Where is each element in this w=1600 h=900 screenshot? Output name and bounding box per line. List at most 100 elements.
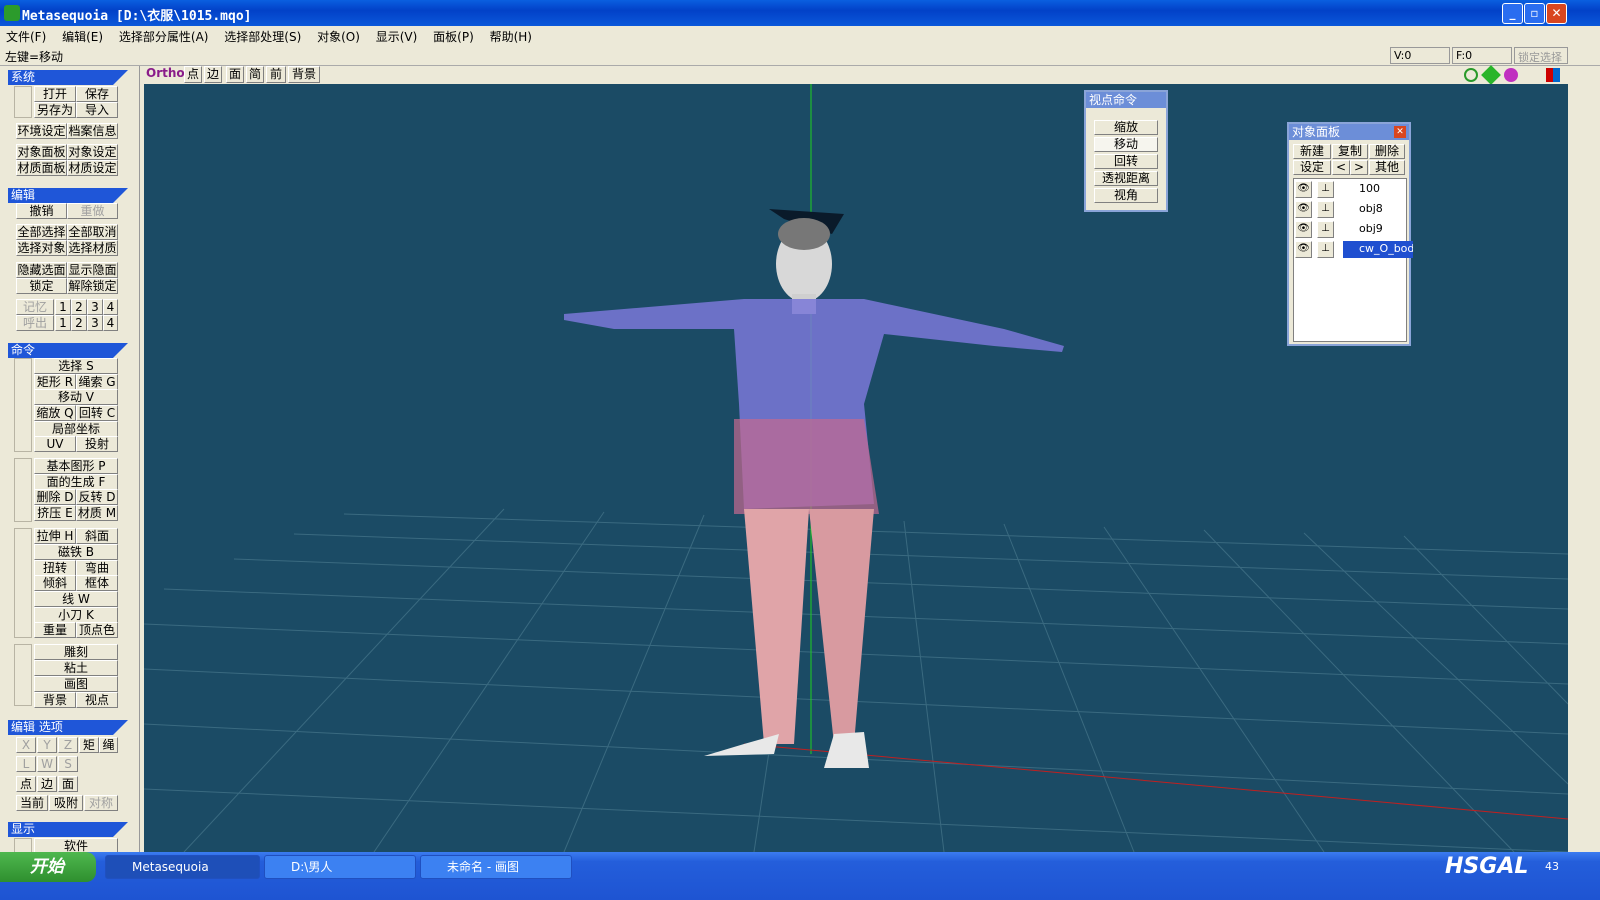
eye-icon[interactable]: 👁 xyxy=(1295,241,1312,258)
basic-shape-button[interactable]: 基本图形 P xyxy=(34,458,118,474)
object-row[interactable]: 👁 ⊥ 100 xyxy=(1293,180,1405,198)
select-all-button[interactable]: 全部选择 xyxy=(16,224,67,240)
symmetry-toggle[interactable]: 对称 xyxy=(84,795,118,811)
screen-option-toggle[interactable]: S xyxy=(58,756,78,772)
save-as-button[interactable]: 另存为 xyxy=(34,102,76,118)
eye-icon[interactable]: 👁 xyxy=(1295,201,1312,218)
object-settings-button[interactable]: 设定 xyxy=(1293,160,1331,175)
memory-button[interactable]: 记忆 xyxy=(16,299,54,315)
edge-mode-toggle[interactable]: 边 xyxy=(37,776,57,792)
object-row[interactable]: 👁 ⊥ obj9 xyxy=(1293,220,1405,238)
show-faces-toggle[interactable]: 面 xyxy=(226,66,244,83)
recall-1-button[interactable]: 1 xyxy=(55,315,71,331)
menu-select-attr[interactable]: 选择部分属性(A) xyxy=(113,26,215,45)
recall-2-button[interactable]: 2 xyxy=(71,315,87,331)
delete-button[interactable]: 删除 D xyxy=(34,489,76,505)
zoom-icon[interactable] xyxy=(1464,68,1478,82)
lasso-option-toggle[interactable]: 绳 xyxy=(99,737,118,753)
hide-selected-button[interactable]: 隐藏选面 xyxy=(16,262,67,278)
show-hidden-button[interactable]: 显示隐面 xyxy=(67,262,118,278)
character-model[interactable] xyxy=(564,209,1064,768)
snap-toggle[interactable]: 吸附 xyxy=(49,795,83,811)
shear-button[interactable]: 倾斜 xyxy=(34,575,76,591)
task-paint[interactable]: 未命名 - 画图 xyxy=(420,855,572,879)
menu-edit[interactable]: 编辑(E) xyxy=(56,26,109,45)
sculpt-button[interactable]: 雕刻 xyxy=(34,644,118,660)
minimize-button[interactable]: _ xyxy=(1502,3,1523,24)
eye-icon[interactable]: 👁 xyxy=(1295,181,1312,198)
simple-display-toggle[interactable]: 简 xyxy=(246,66,264,83)
front-view-toggle[interactable]: 前 xyxy=(266,66,286,83)
face-mode-toggle[interactable]: 面 xyxy=(58,776,78,792)
paint-button[interactable]: 画图 xyxy=(34,676,118,692)
menu-file[interactable]: 文件(F) xyxy=(0,26,52,45)
project-button[interactable]: 投射 xyxy=(76,436,118,452)
ortho-toggle[interactable]: Ortho xyxy=(146,66,185,83)
move-view-icon[interactable] xyxy=(1481,65,1501,85)
object-name[interactable]: obj8 xyxy=(1343,201,1413,218)
bevel-button[interactable]: 斜面 xyxy=(76,528,118,544)
layout-icon[interactable] xyxy=(1546,68,1560,82)
recall-3-button[interactable]: 3 xyxy=(87,315,103,331)
knife-button[interactable]: 小刀 K xyxy=(34,607,118,623)
file-info-button[interactable]: 档案信息 xyxy=(67,123,118,139)
show-edges-toggle[interactable]: 边 xyxy=(204,66,222,83)
lock-button[interactable]: 锁定 xyxy=(16,278,67,294)
magnet-button[interactable]: 磁铁 B xyxy=(34,544,118,560)
local-option-toggle[interactable]: L xyxy=(16,756,36,772)
next-object-button[interactable]: > xyxy=(1350,160,1368,175)
open-button[interactable]: 打开 xyxy=(34,86,76,102)
material-settings-button[interactable]: 材质设定 xyxy=(67,160,118,176)
view-command-title[interactable]: 视点命令 xyxy=(1086,92,1166,108)
line-button[interactable]: 线 W xyxy=(34,591,118,607)
stretch-button[interactable]: 拉伸 H xyxy=(34,528,76,544)
background-button[interactable]: 背景 xyxy=(34,692,76,708)
memory-2-button[interactable]: 2 xyxy=(71,299,87,315)
section-display[interactable]: 显示 xyxy=(8,822,128,837)
unlock-button[interactable]: 解除锁定 xyxy=(67,278,118,294)
recall-button[interactable]: 呼出 xyxy=(16,315,54,331)
clay-button[interactable]: 粘土 xyxy=(34,660,118,676)
eye-icon[interactable]: 👁 xyxy=(1295,221,1312,238)
move-tool-button[interactable]: 移动 V xyxy=(34,389,118,405)
axis-x-toggle[interactable]: X xyxy=(16,737,36,753)
section-system[interactable]: 系统 xyxy=(8,70,128,85)
extrude-button[interactable]: 挤压 E xyxy=(34,505,76,521)
object-row[interactable]: 👁 ⊥ cw_O_bod xyxy=(1293,240,1413,258)
lasso-select-button[interactable]: 绳索 G xyxy=(76,374,118,390)
current-object-toggle[interactable]: 当前 xyxy=(16,795,48,811)
save-button[interactable]: 保存 xyxy=(76,86,118,102)
object-settings-button[interactable]: 对象设定 xyxy=(67,144,118,160)
scale-tool-button[interactable]: 缩放 Q xyxy=(34,405,76,421)
copy-object-button[interactable]: 复制 xyxy=(1332,144,1368,159)
weight-button[interactable]: 重量 xyxy=(34,622,76,638)
lattice-button[interactable]: 框体 xyxy=(76,575,118,591)
object-name[interactable]: cw_O_bod xyxy=(1343,241,1413,258)
import-button[interactable]: 导入 xyxy=(76,102,118,118)
uv-button[interactable]: UV xyxy=(34,436,76,452)
material-button[interactable]: 材质 M xyxy=(76,505,118,521)
axis-z-toggle[interactable]: Z xyxy=(58,737,78,753)
local-coord-button[interactable]: 局部坐标 xyxy=(34,421,118,437)
twist-button[interactable]: 扭转 xyxy=(34,560,76,576)
close-button[interactable]: ✕ xyxy=(1546,3,1567,24)
select-tool-button[interactable]: 选择 S xyxy=(34,358,118,374)
menu-panel[interactable]: 面板(P) xyxy=(427,26,480,45)
section-edit[interactable]: 编辑 xyxy=(8,188,128,203)
deselect-all-button[interactable]: 全部取消 xyxy=(67,224,118,240)
section-edit-options[interactable]: 编辑 选项 xyxy=(8,720,128,735)
background-toggle[interactable]: 背景 xyxy=(288,66,320,83)
redo-button[interactable]: 重做 xyxy=(67,203,118,219)
select-object-button[interactable]: 选择对象 xyxy=(16,240,67,256)
prev-object-button[interactable]: < xyxy=(1332,160,1350,175)
menu-object[interactable]: 对象(O) xyxy=(311,26,366,45)
task-explorer[interactable]: D:\男人 xyxy=(264,855,416,879)
axis-y-toggle[interactable]: Y xyxy=(37,737,57,753)
rect-option-toggle[interactable]: 矩 xyxy=(79,737,99,753)
rotate-tool-button[interactable]: 回转 C xyxy=(76,405,118,421)
menu-view[interactable]: 显示(V) xyxy=(370,26,424,45)
rotate-view-icon[interactable] xyxy=(1504,68,1518,82)
object-panel-button[interactable]: 对象面板 xyxy=(16,144,67,160)
perspective-distance-button[interactable]: 透视距离 xyxy=(1094,171,1158,186)
material-panel-button[interactable]: 材质面板 xyxy=(16,160,67,176)
